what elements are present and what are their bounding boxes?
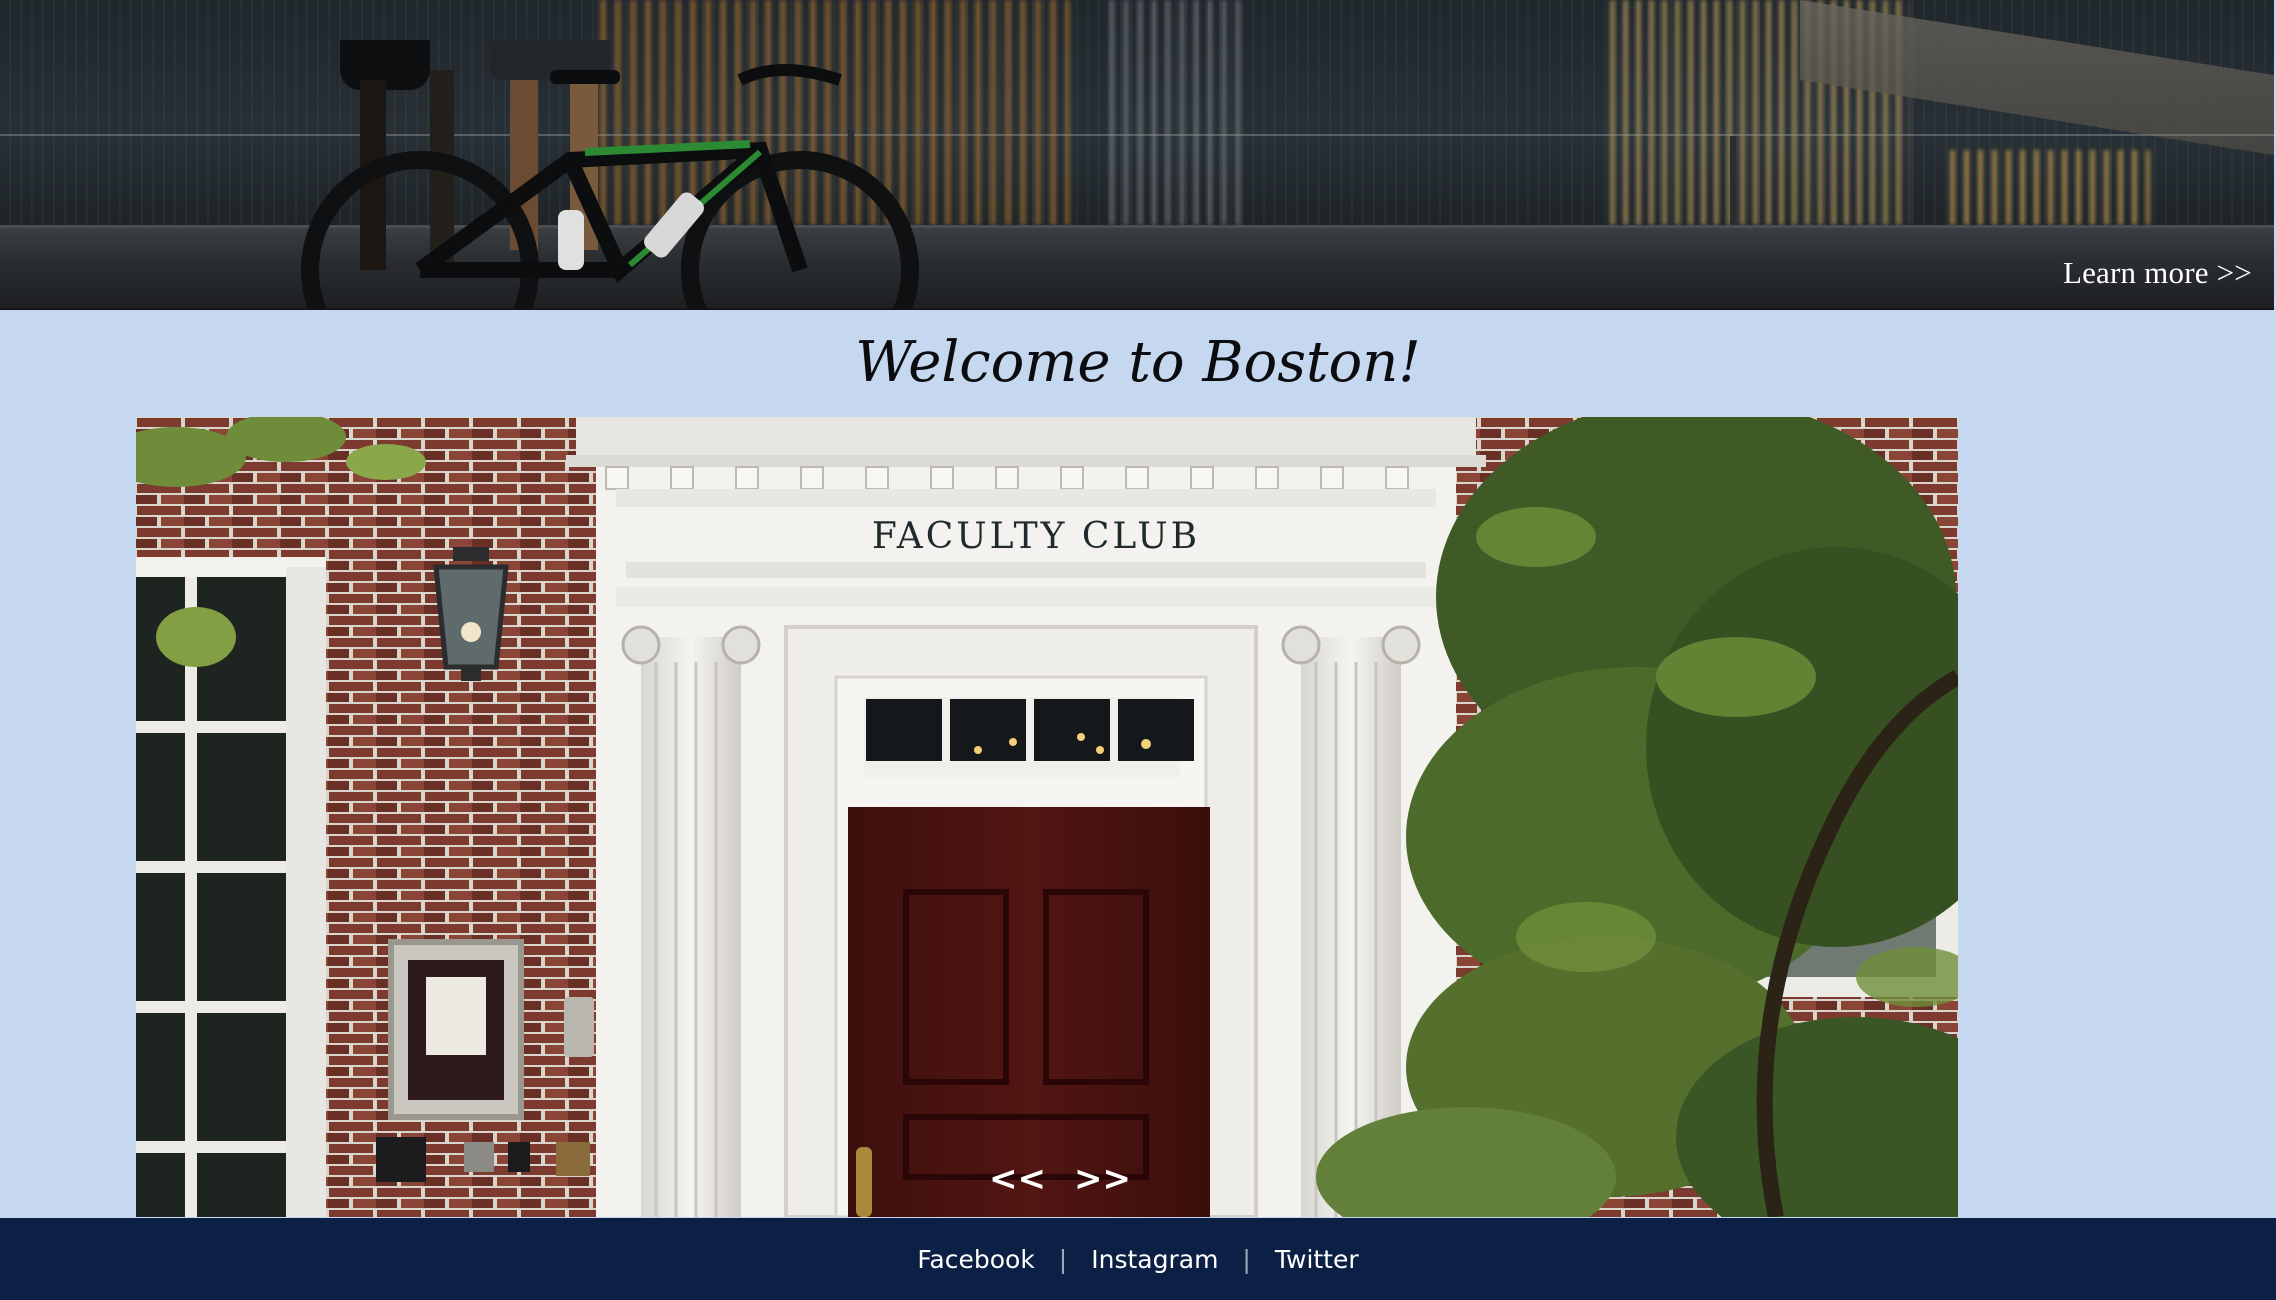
footer: Facebook | Instagram | Twitter bbox=[0, 1218, 2276, 1300]
footer-separator: | bbox=[1058, 1244, 1068, 1274]
footer-separator: | bbox=[1242, 1244, 1251, 1274]
carousel-prev-button[interactable]: << bbox=[989, 1159, 1046, 1199]
bicycle-silhouette bbox=[301, 40, 919, 310]
instagram-link[interactable]: Instagram bbox=[1091, 1245, 1218, 1274]
carousel-next-button[interactable]: >> bbox=[1074, 1159, 1131, 1199]
carousel-controls: << >> bbox=[989, 1159, 1131, 1199]
facebook-link[interactable]: Facebook bbox=[917, 1245, 1034, 1274]
faculty-club-photo: FACULTY CLUB bbox=[136, 417, 1958, 1217]
twitter-link[interactable]: Twitter bbox=[1275, 1245, 1359, 1274]
learn-more-link[interactable]: Learn more >> bbox=[2063, 255, 2252, 291]
image-carousel: FACULTY CLUB << >> bbox=[136, 417, 1958, 1217]
lantern-icon bbox=[433, 547, 509, 681]
page-title: Welcome to Boston! bbox=[855, 330, 1421, 395]
hero-banner: Learn more >> bbox=[0, 0, 2274, 310]
faculty-club-sign: FACULTY CLUB bbox=[872, 516, 1200, 557]
